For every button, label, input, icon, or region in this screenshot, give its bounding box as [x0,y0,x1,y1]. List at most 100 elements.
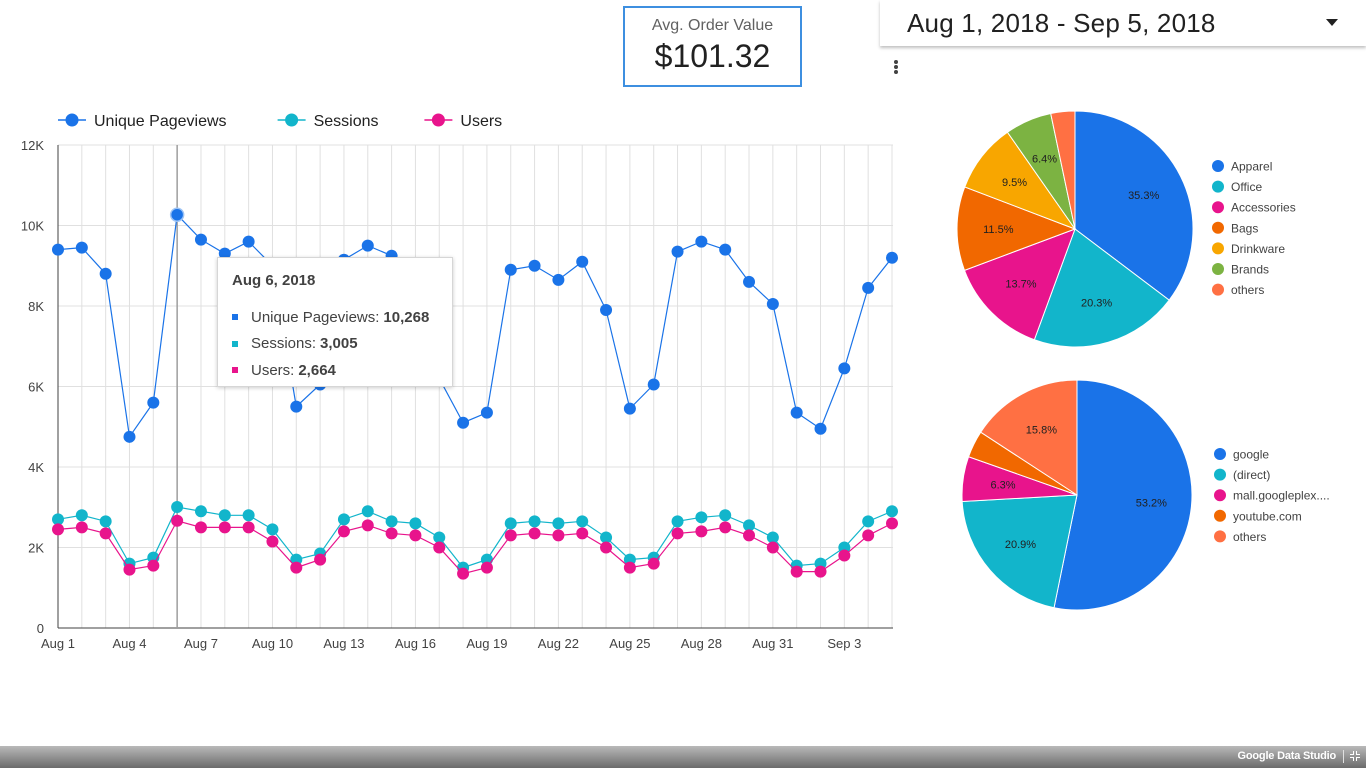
pie-slice-label: 11.5% [983,224,1014,236]
x-tick-label: Aug 22 [538,636,579,651]
data-point [171,501,184,514]
tooltip-row-users: Users: 2,664 [232,357,452,384]
pie-slice-label: 20.3% [1081,298,1112,310]
data-point [290,553,303,566]
data-point [743,519,756,532]
y-tick-label: 2K [28,541,44,556]
fullscreen-icon[interactable] [1350,751,1360,761]
data-point [242,235,255,248]
data-point [457,561,470,574]
data-point [457,416,470,429]
x-tick-label: Aug 16 [395,636,436,651]
legend-marker [1212,221,1224,234]
data-point [385,527,398,540]
data-point [266,535,279,548]
x-tick-label: Aug 13 [323,636,364,651]
data-point [361,239,374,252]
data-point [194,521,207,534]
tooltip-swatch [232,367,238,374]
tooltip-swatch [232,340,238,347]
data-point [528,515,541,528]
data-point [123,430,136,443]
data-point [480,406,493,419]
data-point [838,362,851,375]
data-point [99,267,112,280]
date-range-value: Aug 1, 2018 - Sep 5, 2018 [907,8,1216,38]
data-point [147,396,160,409]
data-point [123,557,136,570]
pie-slice-label: 13.7% [1005,278,1036,290]
scorecard-value: $101.32 [654,38,771,74]
data-point [337,525,350,538]
data-point [862,515,875,528]
x-tick-label: Aug 19 [466,636,507,651]
data-point [886,251,898,264]
pie-slice-label: 6.4% [1032,154,1057,166]
pie-slice-label: 35.3% [1128,190,1159,202]
data-point [766,297,779,310]
data-point [75,521,88,534]
data-point [314,547,327,560]
footer-bar: Google Data Studio [0,746,1366,768]
y-tick-label: 4K [28,460,44,475]
data-point [409,517,422,530]
date-range-picker[interactable]: Aug 1, 2018 - Sep 5, 2018 [880,0,1366,46]
data-point [99,515,112,528]
data-point [361,505,374,518]
pie-slice-label: 15.8% [1026,424,1057,436]
data-point [528,527,541,540]
product-category-pie-chart[interactable]: 35.3% 20.3% 13.7% 11.5% 9.5% 6.4% Apparel Offic… [946,104,1366,354]
dropdown-caret-icon [1326,19,1338,26]
y-tick-label: 6K [28,380,44,395]
pie-slice-label: 53.2% [1136,498,1167,510]
data-point [433,541,446,554]
legend-marker [1214,530,1226,543]
data-point [623,402,636,415]
data-point [814,422,827,435]
data-point [218,521,231,534]
data-point [671,527,684,540]
source-pie-chart[interactable]: 53.2% 20.9% 6.3% 15.8% google (direct) mall.go… [946,372,1366,622]
legend-label: google [1233,448,1269,462]
series-line-unique-pageviews [57,213,893,439]
data-point [480,561,493,574]
tooltip-label: Sessions: [251,335,317,353]
tooltip-row-sessions: Sessions: 3,005 [232,331,452,358]
data-point [743,529,756,542]
data-point [886,505,898,518]
data-point [671,245,684,258]
legend-marker [1212,201,1224,214]
data-point [743,275,756,288]
legend-marker [65,113,79,127]
tooltip-value: 2,664 [298,361,336,379]
more-options-icon[interactable] [889,59,903,79]
data-point [52,513,64,526]
legend-label: Accessories [1231,201,1296,215]
data-point [504,517,517,530]
series-line-users [57,520,893,575]
tooltip-row-unique-pageviews: Unique Pageviews: 10,268 [232,304,452,331]
data-point [623,553,636,566]
data-point [695,511,708,524]
data-point [647,557,660,570]
data-point [814,557,827,570]
data-point [52,523,64,536]
dashboard-page: Avg. Order Value $101.32 Aug 1, 2018 - S… [0,0,1366,768]
legend-marker [1212,242,1224,255]
data-point [600,541,613,554]
data-point [169,207,185,222]
legend-label: Apparel [1231,160,1272,174]
data-point [719,243,732,256]
data-point [576,515,589,528]
legend-marker [1212,263,1224,275]
chart-tooltip: Aug 6, 2018 Unique Pageviews: 10,268 Ses… [217,257,453,387]
x-tick-label: Aug 1 [41,636,75,651]
legend-label: (direct) [1233,468,1270,482]
data-point [528,259,541,272]
data-point [409,529,422,542]
legend-marker [431,113,445,127]
x-tick-label: Aug 31 [752,636,793,651]
pie-slice-label: 6.3% [990,479,1015,491]
data-point [862,529,875,542]
data-point [790,406,803,419]
